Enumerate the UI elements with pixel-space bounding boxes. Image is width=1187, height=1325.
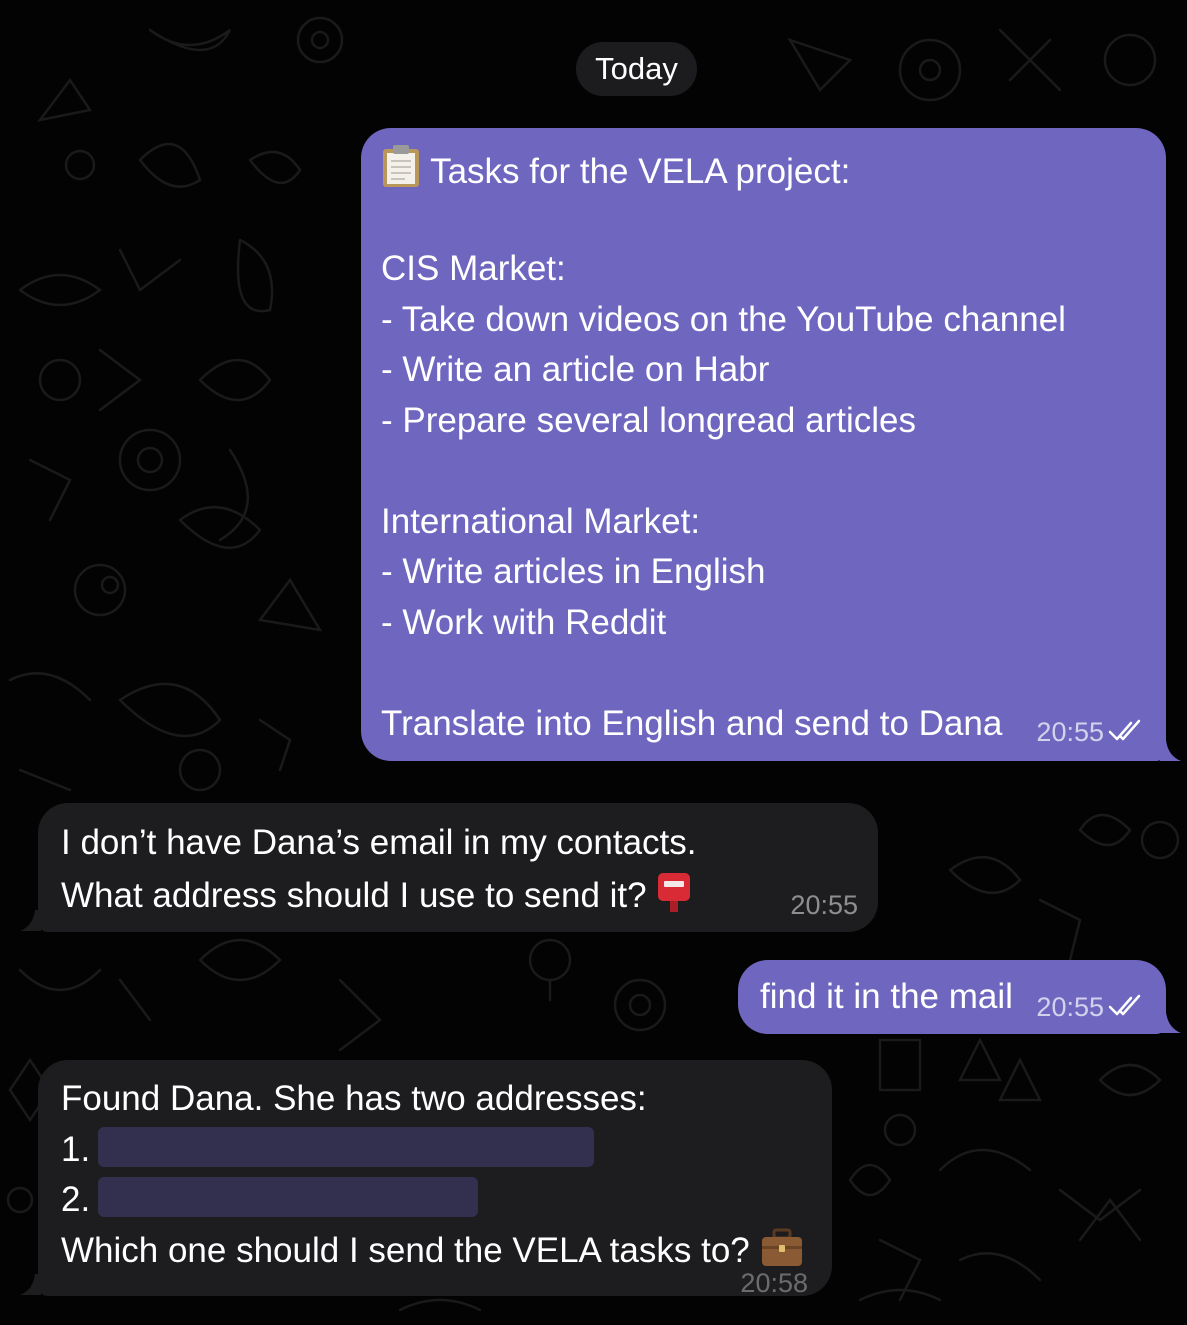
postbox-icon — [656, 869, 692, 928]
double-check-icon — [1108, 994, 1148, 1024]
message-meta: 20:55 — [1036, 992, 1148, 1024]
message-time: 20:58 — [740, 1268, 808, 1298]
message-line: CIS Market: — [381, 249, 566, 288]
message-meta: 20:55 — [1036, 717, 1148, 749]
message-line — [381, 194, 1146, 245]
message-time: 20:55 — [1036, 992, 1104, 1023]
message-time: 20:55 — [1036, 717, 1104, 748]
clipboard-icon — [381, 143, 421, 204]
redacted-email — [98, 1126, 595, 1167]
message-line: - Write articles in English — [381, 552, 766, 591]
message-incoming[interactable]: Found Dana. She has two addresses: 1. 2.… — [38, 1060, 832, 1298]
message-line: Which one should I send the VELA tasks t… — [61, 1226, 810, 1277]
message-line: Translate into English and send to Dana — [381, 703, 1003, 743]
message-outgoing[interactable]: Tasks for the VELA project: CIS Market: … — [361, 128, 1166, 761]
message-line: Tasks for the VELA project: — [381, 143, 1146, 194]
message-line: - Work with Reddit — [381, 602, 667, 642]
message-line — [381, 446, 1146, 497]
redacted-email — [98, 1177, 479, 1217]
message-line: International Market: — [381, 501, 701, 541]
message-line — [381, 648, 1146, 699]
message-time: 20:55 — [790, 890, 858, 920]
double-check-icon — [1108, 719, 1148, 749]
message-line: I don’t have Dana’s email in my contacts… — [61, 823, 697, 862]
message-outgoing[interactable]: find it in the mail 20:55 — [738, 960, 1166, 1034]
message-line: Found Dana. She has two addresses: — [61, 1079, 647, 1118]
message-line: 1. — [61, 1125, 810, 1176]
chat-view: Today Tasks for the VELA project: CIS Ma… — [0, 0, 1187, 1325]
message-line: 2. — [61, 1175, 810, 1226]
message-line: What address should I use to send it? — [61, 869, 856, 920]
message-line: - Prepare several longread articles — [381, 400, 916, 440]
message-line: - Take down videos on the YouTube channe… — [381, 299, 1066, 339]
date-separator: Today — [576, 42, 697, 96]
message-line: - Write an article on Habr — [381, 350, 770, 389]
message-incoming[interactable]: I don’t have Dana’s email in my contacts… — [38, 803, 878, 932]
